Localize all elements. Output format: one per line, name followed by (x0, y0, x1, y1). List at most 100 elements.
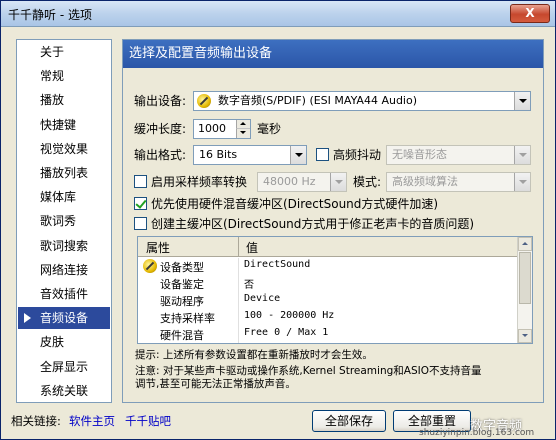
resample-label: 启用采样频率转换 (151, 175, 248, 189)
properties-header: 属性 值 (138, 237, 518, 257)
mode-label: 模式: (353, 175, 382, 189)
sidebar-item[interactable]: 皮肤 (18, 331, 110, 353)
sidebar-item[interactable]: 媒体库 (18, 186, 110, 208)
output-device-select[interactable]: 数字音频(S/PDIF) (ESI MAYA44 Audio) (193, 91, 531, 111)
title-bar[interactable]: 千千静听 - 选项 X (1, 1, 555, 27)
sidebar-item-label: 网络连接 (40, 263, 89, 277)
property-value: Free 0 / Max 1 (244, 327, 329, 338)
scroll-thumb[interactable] (519, 252, 531, 304)
triangle-right-icon (24, 313, 31, 323)
chevron-down-icon[interactable] (514, 146, 530, 164)
sidebar-item[interactable]: 歌词搜索 (18, 235, 110, 257)
properties-scrollbar[interactable] (517, 237, 532, 343)
chevron-down-icon[interactable] (330, 173, 346, 191)
options-sidebar: 关于常规播放快捷键视觉效果播放列表媒体库歌词秀歌词搜索网络连接音效插件音频设备皮… (16, 39, 112, 403)
dither-select[interactable]: 无噪音形态 (386, 145, 531, 165)
panel-header: 选择及配置音频输出设备 (123, 40, 543, 68)
chevron-down-icon[interactable] (514, 173, 530, 191)
mode-select[interactable]: 高级频域算法 (386, 172, 531, 192)
property-key: 支持采样率 (160, 312, 215, 325)
output-device-label: 输出设备: (134, 94, 187, 108)
sidebar-item-label: 播放 (40, 93, 65, 107)
chevron-down-icon[interactable] (290, 146, 306, 164)
column-divider (238, 275, 239, 292)
dither-value: 无噪音形态 (392, 148, 447, 161)
property-value: Device (244, 293, 281, 304)
property-value: 否 (244, 280, 254, 291)
sidebar-item[interactable]: 音频设备 (18, 307, 110, 329)
spin-down-icon[interactable] (236, 129, 250, 138)
sidebar-item-label: 音频设备 (40, 311, 89, 325)
output-device-value: 数字音频(S/PDIF) (ESI MAYA44 Audio) (218, 94, 418, 107)
resample-checkbox[interactable] (134, 175, 147, 188)
property-row[interactable]: 设备类型 DirectSound (138, 258, 518, 275)
sidebar-item[interactable]: 全屏显示 (18, 356, 110, 378)
dither-label: 高频抖动 (333, 148, 382, 162)
sidebar-item-label: 常规 (40, 69, 65, 83)
spin-up-icon[interactable] (236, 120, 250, 129)
output-format-select[interactable]: 16 Bits (193, 145, 307, 165)
header-divider[interactable] (238, 237, 239, 257)
property-value: DirectSound (244, 259, 311, 270)
buffer-unit: 毫秒 (257, 122, 282, 136)
sidebar-item-label: 播放列表 (40, 166, 89, 180)
property-key: 设备类型 (160, 261, 204, 274)
output-format-value: 16 Bits (199, 148, 238, 161)
sidebar-item[interactable]: 歌词秀 (18, 210, 110, 232)
scroll-up-icon[interactable] (518, 237, 532, 251)
sidebar-item-label: 关于 (40, 45, 65, 59)
hw-mix-label: 优先使用硬件混音缓冲区(DirectSound方式硬件加速) (151, 197, 439, 211)
property-row[interactable]: 硬件混音 Free 0 / Max 1 (138, 326, 518, 343)
sidebar-item[interactable]: 常规 (18, 65, 110, 87)
audio-device-panel: 选择及配置音频输出设备 输出设备: 数字音频(S/PDIF) (ESI MAYA… (122, 39, 544, 403)
hw-mix-checkbox[interactable] (134, 197, 147, 210)
sidebar-item-label: 系统关联 (40, 384, 89, 398)
sidebar-item-label: 歌词搜索 (40, 239, 89, 253)
sidebar-item[interactable]: 关于 (18, 41, 110, 63)
note-line-1: 注意: 对于某些声卡驱动或操作系统,Kernel Streaming和ASIO不… (135, 365, 482, 377)
buffer-length-value: 1000 (198, 122, 226, 135)
save-all-button[interactable]: 全部保存 (312, 410, 386, 432)
primary-buffer-label: 创建主缓冲区(DirectSound方式用于修正老声卡的音质问题) (151, 217, 475, 231)
forum-link[interactable]: 千千贴吧 (125, 413, 171, 429)
resample-rate-select[interactable]: 48000 Hz (257, 172, 347, 192)
audio-device-icon (143, 259, 157, 273)
sidebar-item[interactable]: 播放 (18, 89, 110, 111)
sidebar-item-label: 视觉效果 (40, 142, 89, 156)
mode-value: 高级频域算法 (392, 175, 458, 188)
column-divider (238, 292, 239, 309)
sidebar-item-label: 歌词秀 (40, 214, 77, 228)
close-button[interactable]: X (510, 4, 550, 23)
hint-text: 提示: 上述所有参数设置都在重新播放时才会生效。 (135, 349, 373, 361)
header-value: 值 (246, 241, 259, 255)
sidebar-item-label: 皮肤 (40, 335, 65, 349)
column-divider (238, 326, 239, 343)
sidebar-item[interactable]: 音效插件 (18, 283, 110, 305)
property-key: 设备鉴定 (160, 278, 204, 291)
scroll-down-icon[interactable] (518, 329, 532, 343)
homepage-link[interactable]: 软件主页 (69, 413, 115, 429)
property-key: 硬件混音 (160, 329, 204, 342)
sidebar-item[interactable]: 播放列表 (18, 162, 110, 184)
dither-checkbox[interactable] (316, 148, 329, 161)
chevron-down-icon[interactable] (514, 92, 530, 110)
sidebar-item[interactable]: 系统关联 (18, 380, 110, 402)
column-divider (238, 258, 239, 275)
sidebar-item-label: 快捷键 (40, 118, 77, 132)
buffer-length-input[interactable]: 1000 (193, 119, 251, 139)
property-value: 100 - 200000 Hz (244, 310, 335, 321)
primary-buffer-checkbox[interactable] (134, 217, 147, 230)
property-row[interactable]: 设备鉴定 否 (138, 275, 518, 292)
column-divider (238, 309, 239, 326)
audio-device-icon (197, 94, 211, 108)
sidebar-item[interactable]: 快捷键 (18, 114, 110, 136)
property-row[interactable]: 支持采样率 100 - 200000 Hz (138, 309, 518, 326)
options-window: 千千静听 - 选项 X 关于常规播放快捷键视觉效果播放列表媒体库歌词秀歌词搜索网… (0, 0, 556, 440)
property-row[interactable]: 驱动程序 Device (138, 292, 518, 309)
sidebar-item[interactable]: 网络连接 (18, 259, 110, 281)
device-properties-list[interactable]: 属性 值 设备类型 DirectSound 设备鉴定 否驱动程序 Device 支持采样率… (137, 236, 533, 344)
related-links-label: 相关链接: (11, 414, 61, 428)
property-key: 驱动程序 (160, 295, 204, 308)
sidebar-item[interactable]: 视觉效果 (18, 138, 110, 160)
window-title: 千千静听 - 选项 (8, 8, 92, 22)
